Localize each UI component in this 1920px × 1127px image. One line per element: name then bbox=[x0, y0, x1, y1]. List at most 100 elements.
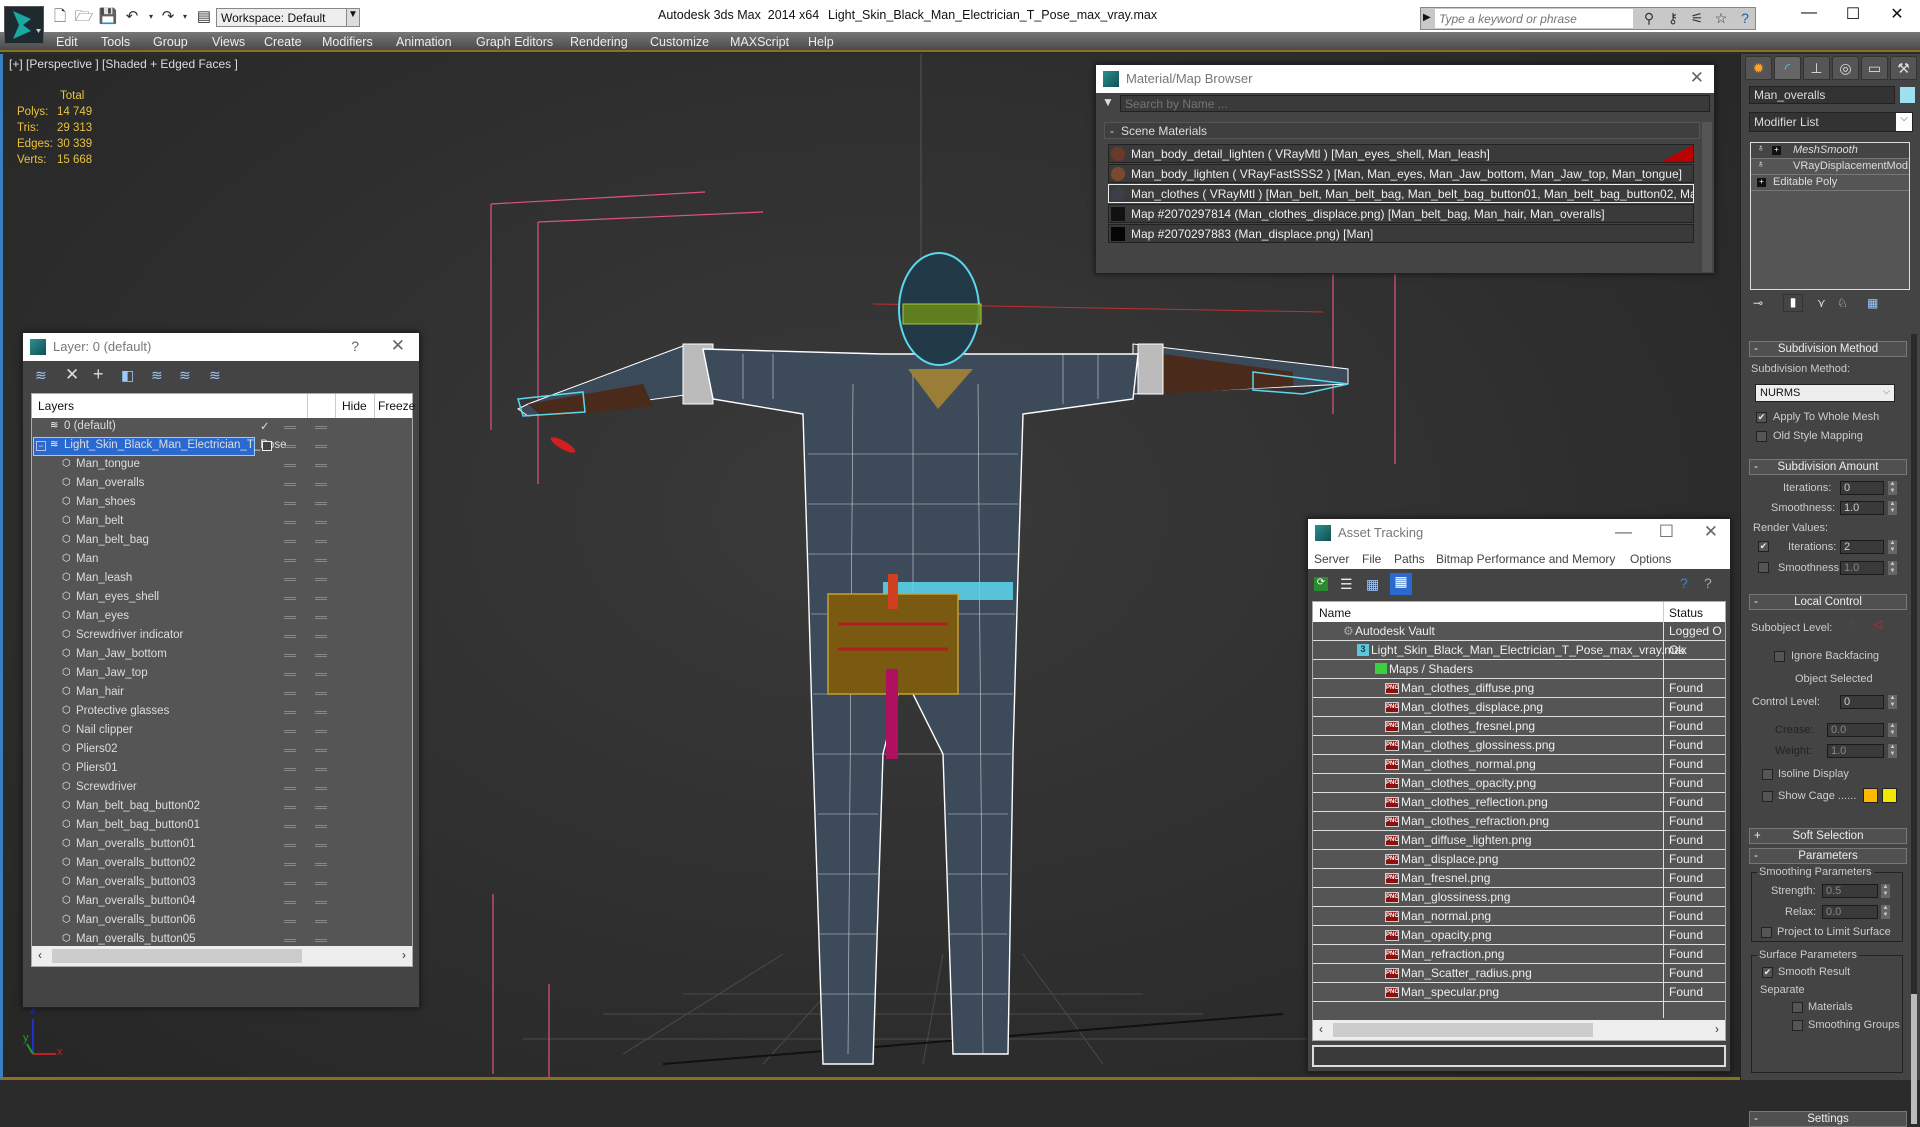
hide-toggle[interactable] bbox=[284, 445, 296, 448]
close-icon[interactable]: ✕ bbox=[1704, 522, 1718, 542]
material-item[interactable]: Man_body_detail_lighten ( VRayMtl ) [Man… bbox=[1108, 144, 1694, 163]
freeze-toggle[interactable] bbox=[315, 844, 327, 847]
lightbulb-icon[interactable]: ♁ bbox=[1757, 159, 1765, 170]
menu-bitmap-performance[interactable]: Bitmap Performance and Memory bbox=[1436, 552, 1615, 566]
materials-checkbox[interactable] bbox=[1792, 1002, 1803, 1013]
utilities-icon[interactable]: ⚒ bbox=[1890, 56, 1917, 80]
spinner-arrows-icon[interactable]: ▲ ▼ bbox=[1888, 561, 1897, 575]
object-row[interactable]: ⬡ Pliers01 bbox=[32, 760, 404, 779]
hierarchy-icon[interactable]: ⊥ bbox=[1803, 56, 1830, 80]
hide-toggle[interactable] bbox=[284, 844, 296, 847]
hide-toggle[interactable] bbox=[284, 863, 296, 866]
highlight-layer-icon[interactable]: ≋ bbox=[179, 367, 191, 384]
undo-icon[interactable]: ↶ bbox=[122, 8, 142, 26]
relax-spinner[interactable]: 0.0 bbox=[1822, 905, 1878, 919]
smoothing-groups-checkbox[interactable] bbox=[1792, 1020, 1803, 1031]
strength-spinner[interactable]: 0.5 bbox=[1822, 884, 1878, 898]
hide-toggle[interactable] bbox=[284, 559, 296, 562]
object-row[interactable]: ⬡ Man_overalls_button03 bbox=[32, 874, 404, 893]
stack-item-meshsmooth[interactable]: ♁ + MeshSmooth bbox=[1751, 143, 1909, 159]
material-item[interactable]: Man_clothes ( VRayMtl ) [Man_belt, Man_b… bbox=[1108, 184, 1694, 203]
refresh-icon[interactable]: ⟳ bbox=[1314, 577, 1328, 591]
layer-settings-icon[interactable]: ≋ bbox=[209, 367, 221, 384]
create-layer-icon[interactable]: ≋ bbox=[35, 367, 47, 384]
scroll-thumb[interactable] bbox=[1333, 1023, 1593, 1037]
freeze-toggle[interactable] bbox=[315, 749, 327, 752]
freeze-toggle[interactable] bbox=[315, 483, 327, 486]
configure-sets-icon[interactable]: ▦ bbox=[1867, 296, 1878, 310]
character-model[interactable] bbox=[517, 252, 1349, 1080]
layer-titlebar[interactable]: Layer: 0 (default) ? ✕ bbox=[23, 333, 419, 361]
scene-materials-header[interactable]: - Scene Materials bbox=[1104, 122, 1700, 139]
freeze-toggle[interactable] bbox=[315, 502, 327, 505]
stack-item-editable-poly[interactable]: + Editable Poly bbox=[1751, 175, 1909, 191]
minimize-icon[interactable]: — bbox=[1615, 522, 1632, 542]
object-row[interactable]: ⬡ Man_leash bbox=[32, 570, 404, 589]
hide-toggle[interactable] bbox=[284, 654, 296, 657]
menu-help[interactable]: Help bbox=[802, 33, 840, 51]
menu-modifiers[interactable]: Modifiers bbox=[316, 33, 379, 51]
motion-icon[interactable]: ◎ bbox=[1832, 56, 1859, 80]
object-row[interactable]: ⬡ Man_tongue bbox=[32, 456, 404, 475]
scroll-left-icon[interactable]: ‹ bbox=[38, 948, 42, 962]
freeze-toggle[interactable] bbox=[315, 882, 327, 885]
freeze-toggle[interactable] bbox=[315, 711, 327, 714]
select-objects-icon[interactable]: ◧ bbox=[121, 367, 134, 384]
thumbnail-view-icon[interactable]: ▦ bbox=[1366, 576, 1379, 593]
object-row[interactable]: ⬡ Man_overalls_button04 bbox=[32, 893, 404, 912]
freeze-toggle[interactable] bbox=[315, 787, 327, 790]
asset-path-field[interactable] bbox=[1312, 1045, 1726, 1067]
freeze-toggle[interactable] bbox=[315, 597, 327, 600]
hide-toggle[interactable] bbox=[284, 597, 296, 600]
scroll-thumb[interactable] bbox=[1911, 994, 1917, 1124]
render-iterations-spinner[interactable]: 2 bbox=[1840, 540, 1884, 554]
object-row[interactable]: ⬡ Man_overalls_button01 bbox=[32, 836, 404, 855]
hide-toggle[interactable] bbox=[284, 882, 296, 885]
menu-file[interactable]: File bbox=[1362, 552, 1381, 566]
hide-toggle[interactable] bbox=[284, 502, 296, 505]
spinner-arrows-icon[interactable]: ▲ ▼ bbox=[1888, 540, 1897, 554]
apply-whole-mesh-checkbox[interactable]: ✔ bbox=[1756, 412, 1767, 423]
material-item[interactable]: Map #2070297883 (Man_displace.png) [Man] bbox=[1108, 224, 1694, 243]
hide-toggle[interactable] bbox=[284, 806, 296, 809]
freeze-toggle[interactable] bbox=[315, 939, 327, 942]
smooth-result-checkbox[interactable]: ✔ bbox=[1762, 967, 1773, 978]
close-icon[interactable]: ✕ bbox=[391, 336, 405, 356]
project-folder-icon[interactable]: ▤ bbox=[194, 8, 214, 26]
old-style-mapping-checkbox[interactable] bbox=[1756, 431, 1767, 442]
render-iterations-checkbox[interactable]: ✔ bbox=[1758, 541, 1769, 552]
redo-dropdown-icon[interactable]: ▾ bbox=[180, 8, 190, 26]
filter-menu-icon[interactable]: ▼ bbox=[1102, 95, 1114, 109]
spinner-arrows-icon[interactable]: ▲ ▼ bbox=[1888, 501, 1897, 515]
rollout-subdivision-amount[interactable]: - Subdivision Amount bbox=[1749, 459, 1907, 475]
freeze-toggle[interactable] bbox=[315, 635, 327, 638]
login-help-icon[interactable]: ? bbox=[1680, 575, 1688, 591]
rollout-subdivision-method[interactable]: - Subdivision Method bbox=[1749, 341, 1907, 357]
hide-toggle[interactable] bbox=[284, 483, 296, 486]
layer-row[interactable]: ≋ 0 (default) ✓ bbox=[32, 418, 404, 437]
open-file-icon[interactable]: 🗁 bbox=[74, 8, 94, 26]
menu-server[interactable]: Server bbox=[1314, 552, 1349, 566]
scroll-thumb[interactable] bbox=[52, 949, 302, 963]
hide-toggle[interactable] bbox=[284, 730, 296, 733]
object-row[interactable]: ⬡ Man_Jaw_top bbox=[32, 665, 404, 684]
help-icon[interactable]: ? bbox=[1735, 10, 1755, 28]
column-status[interactable]: Status bbox=[1669, 606, 1703, 620]
select-layer-icon[interactable]: ≋ bbox=[151, 367, 163, 384]
object-row[interactable]: ⬡ Screwdriver bbox=[32, 779, 404, 798]
hide-toggle[interactable] bbox=[284, 939, 296, 942]
pin-stack-icon[interactable]: ⊸ bbox=[1753, 296, 1763, 310]
column-name[interactable]: Name bbox=[1319, 606, 1351, 620]
hide-toggle[interactable] bbox=[284, 749, 296, 752]
redo-icon[interactable]: ↷ bbox=[158, 8, 178, 26]
menu-animation[interactable]: Animation bbox=[390, 33, 458, 51]
column-layers[interactable]: Layers bbox=[38, 399, 74, 413]
close-button[interactable]: ✕ bbox=[1882, 4, 1912, 26]
rollout-settings[interactable]: - Settings bbox=[1749, 1111, 1907, 1127]
weight-spinner[interactable]: 1.0 bbox=[1827, 744, 1884, 758]
hide-toggle[interactable] bbox=[284, 787, 296, 790]
render-smoothness-spinner[interactable]: 1.0 bbox=[1840, 561, 1884, 575]
rollout-soft-selection[interactable]: + Soft Selection bbox=[1749, 828, 1907, 844]
scroll-right-icon[interactable]: › bbox=[1715, 1022, 1719, 1036]
set-current-checkbox[interactable] bbox=[262, 441, 272, 451]
